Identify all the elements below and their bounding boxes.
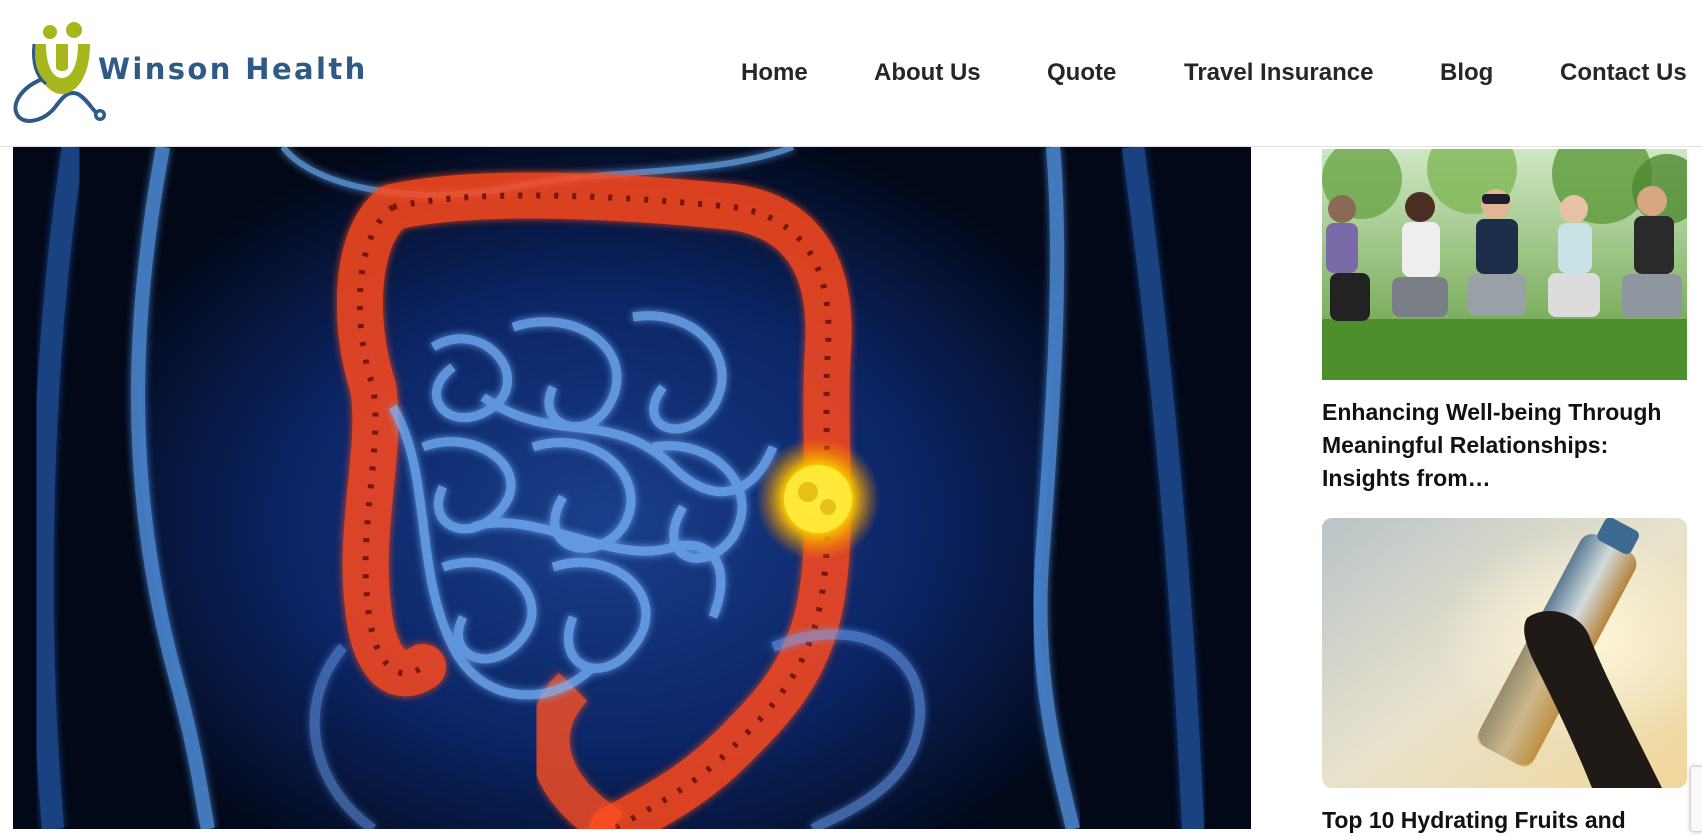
post-title-relationships[interactable]: Enhancing Well-being Through Meaningful … [1322, 396, 1694, 495]
recaptcha-badge[interactable] [1690, 766, 1702, 832]
intestine-xray-image [13, 147, 1251, 829]
post-thumbnail-hydration[interactable] [1322, 518, 1687, 788]
post-thumbnail-seniors[interactable] [1322, 149, 1687, 380]
main-navigation: Home About Us Quote Travel Insurance Blo… [0, 0, 1702, 147]
nav-blog[interactable]: Blog [1440, 59, 1493, 87]
featured-post-image[interactable] [13, 147, 1251, 829]
nav-travel-insurance[interactable]: Travel Insurance [1184, 59, 1373, 87]
seniors-group-photo [1322, 149, 1687, 380]
post-title-hydrating-fruits[interactable]: Top 10 Hydrating Fruits and [1322, 804, 1694, 837]
nav-about-us[interactable]: About Us [874, 59, 981, 87]
site-header: Winson Health Home About Us Quote Travel… [0, 0, 1702, 147]
nav-home[interactable]: Home [741, 59, 808, 87]
nav-quote[interactable]: Quote [1047, 59, 1116, 87]
water-bottle-photo [1322, 518, 1687, 788]
nav-contact-us[interactable]: Contact Us [1560, 59, 1687, 87]
